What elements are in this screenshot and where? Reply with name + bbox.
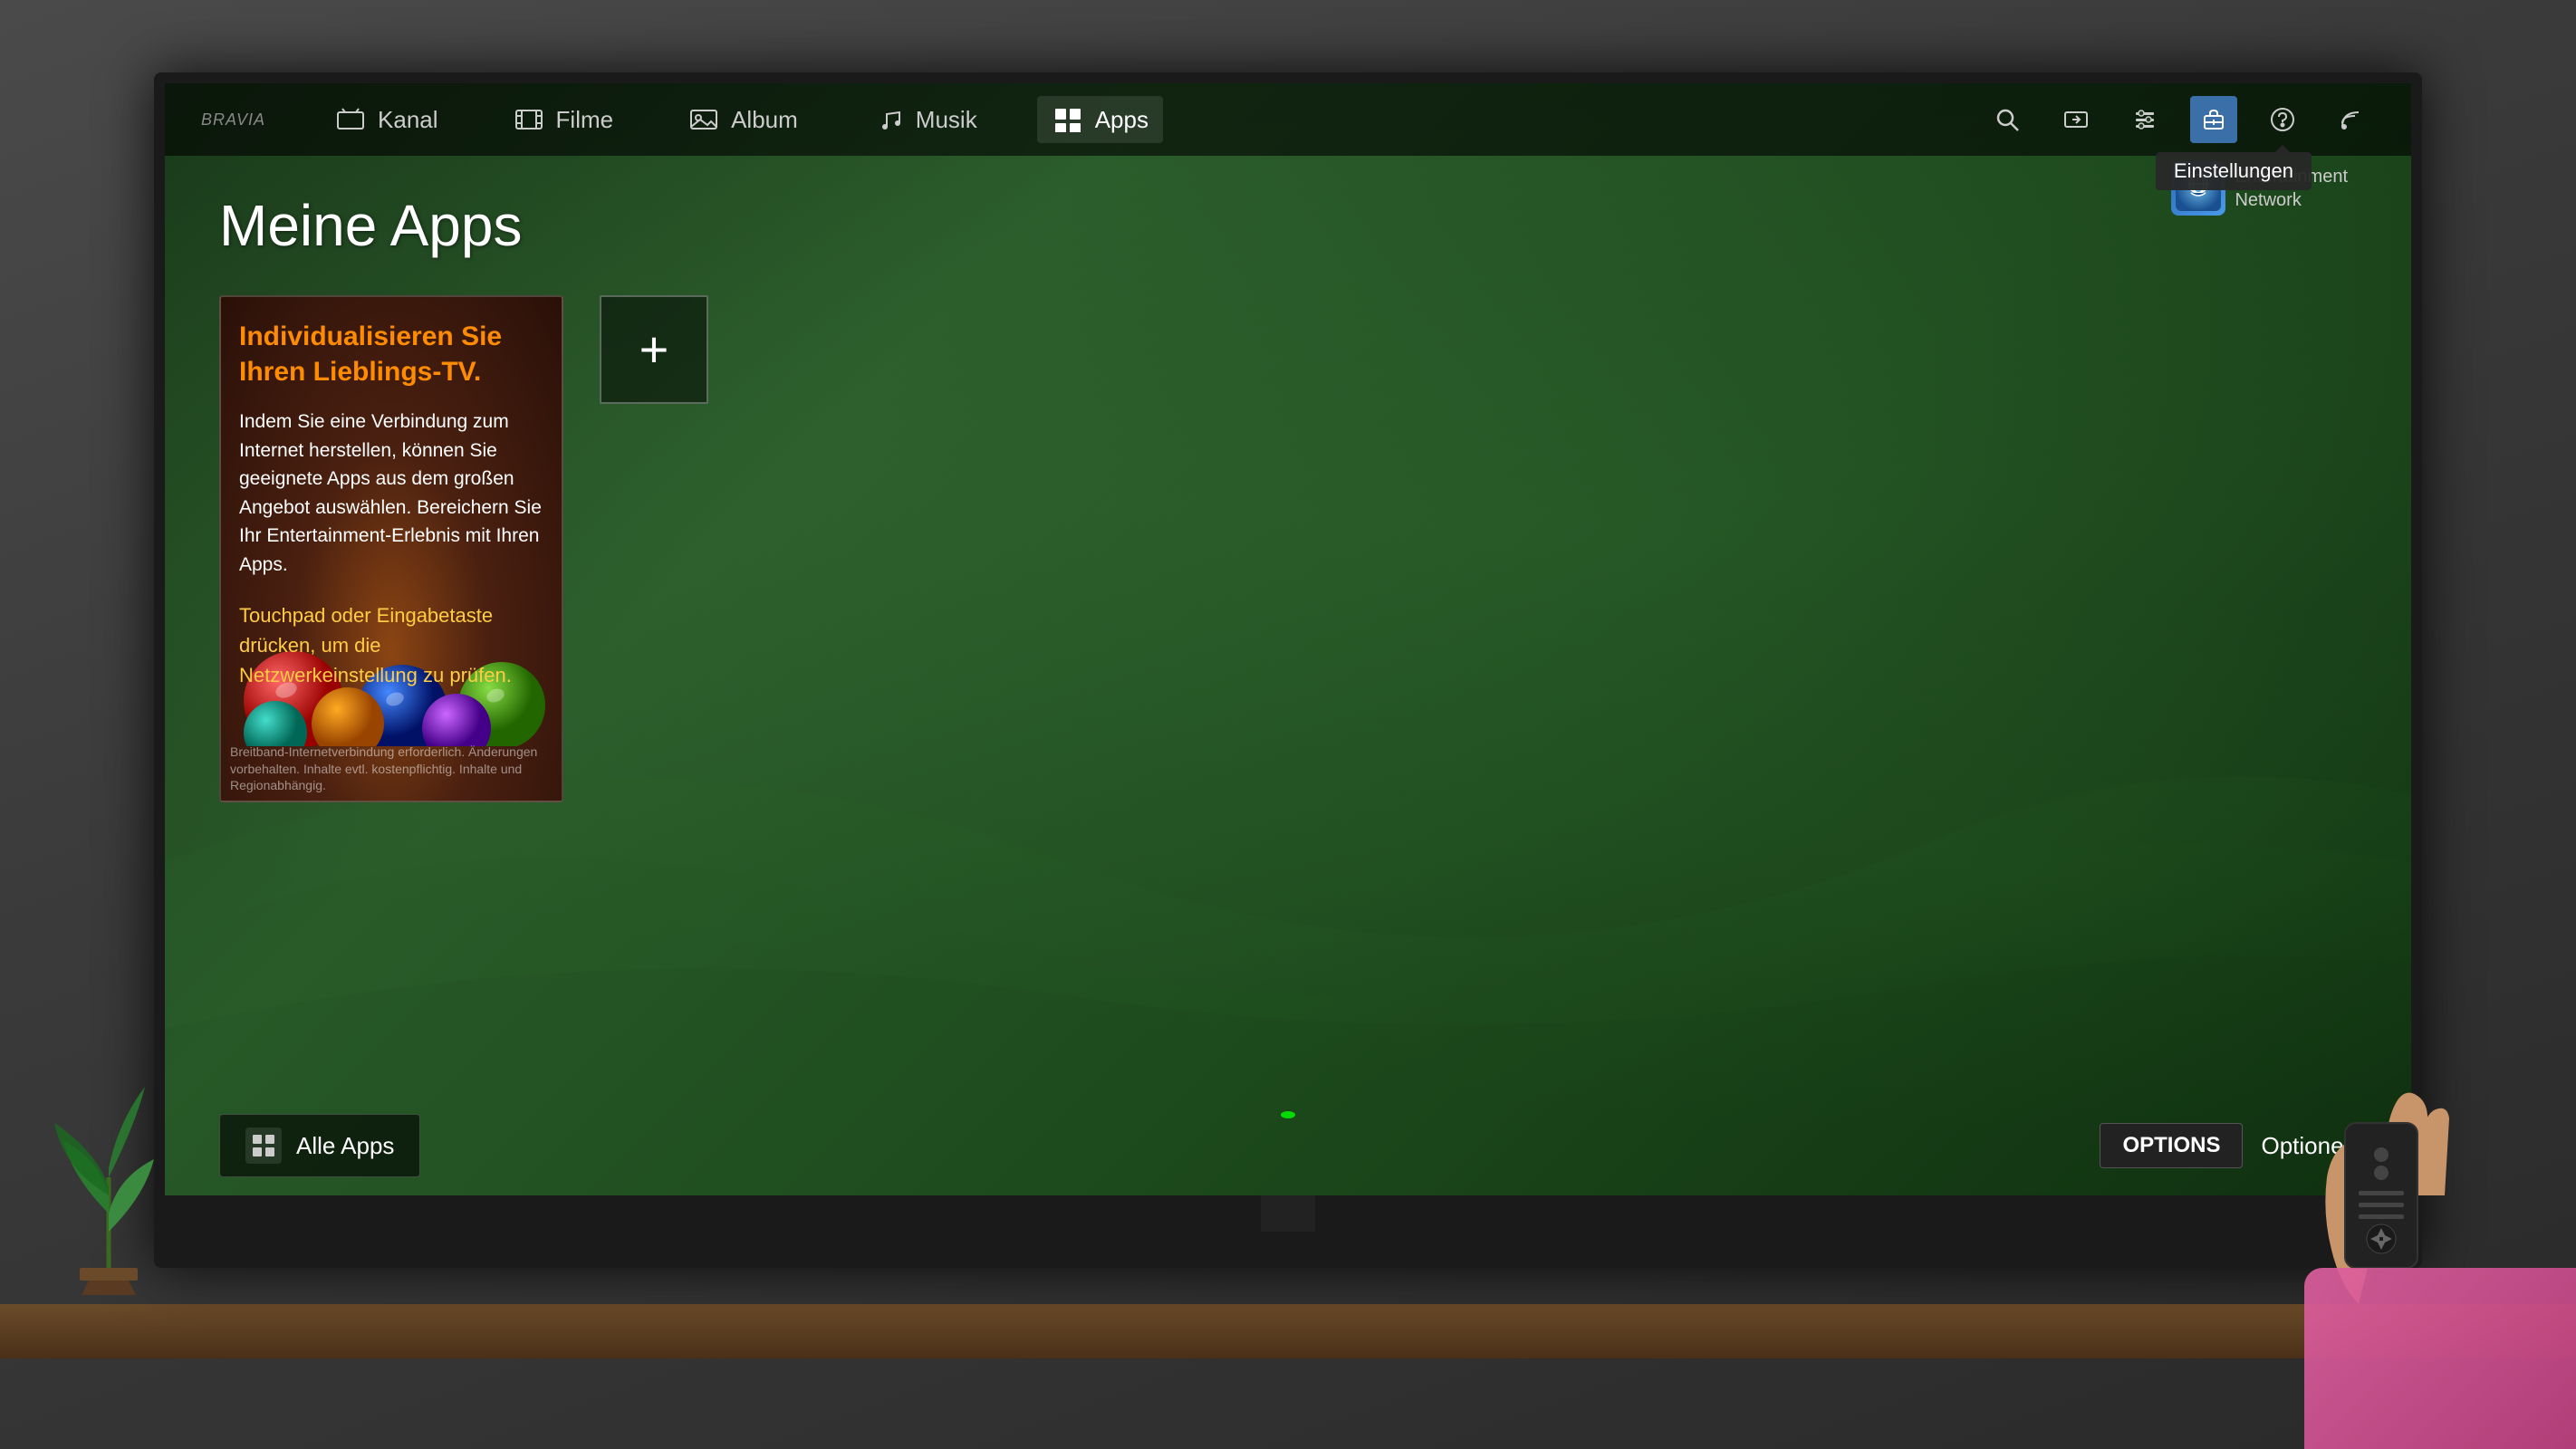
promo-body: Indem Sie eine Verbindung zum Internet h… (239, 408, 543, 579)
nav-item-album[interactable]: Album (673, 96, 812, 143)
fabric-decoration (2304, 1268, 2576, 1449)
promo-instruction: Touchpad oder Eingabetaste drücken, um d… (239, 600, 543, 690)
brand-logo: BRAVIA (201, 110, 265, 130)
nav-label-musik: Musik (916, 106, 977, 134)
search-button[interactable] (1984, 96, 2031, 143)
tv-unit: BRAVIA Kanal (154, 72, 2422, 1268)
promo-disclaimer: Breitband-Internetverbindung erforderlic… (230, 744, 553, 793)
photo-icon (687, 103, 720, 136)
nav-item-filme[interactable]: Filme (498, 96, 629, 143)
film-icon (513, 103, 545, 136)
nav-label-album: Album (731, 106, 798, 134)
promo-title: Individualisieren Sie Ihren Lieblings-TV… (239, 319, 543, 389)
settings-tooltip: Einstellungen (2156, 152, 2312, 190)
apps-grid: + (600, 295, 2357, 404)
tv-stand (1152, 1195, 1424, 1268)
options-key: OPTIONS (2100, 1123, 2243, 1168)
main-content: Meine Apps (165, 156, 2411, 1195)
tv-stand-base (1152, 1232, 1424, 1268)
add-app-button[interactable]: + (600, 295, 708, 404)
all-apps-grid-icon (245, 1128, 282, 1164)
all-apps-button[interactable]: Alle Apps (219, 1114, 420, 1177)
page-title: Meine Apps (219, 192, 2357, 259)
nav-items: Kanal Film (320, 96, 1984, 143)
settings-small-button[interactable] (2121, 96, 2168, 143)
power-indicator (1281, 1111, 1295, 1118)
tv-stand-neck (1261, 1195, 1315, 1232)
promo-text: Individualisieren Sie Ihren Lieblings-TV… (221, 297, 562, 712)
nav-item-apps[interactable]: Apps (1037, 96, 1163, 143)
nav-right-icons (1984, 96, 2375, 143)
plant-decoration (45, 1051, 172, 1304)
tv-screen: BRAVIA Kanal (165, 83, 2411, 1195)
all-apps-label: Alle Apps (296, 1132, 394, 1160)
nav-label-kanal: Kanal (378, 106, 438, 134)
nav-item-kanal[interactable]: Kanal (320, 96, 453, 143)
rss-button[interactable] (2328, 96, 2375, 143)
promo-card: Individualisieren Sie Ihren Lieblings-TV… (219, 295, 563, 802)
add-app-plus-icon: + (639, 324, 669, 375)
music-icon (872, 103, 905, 136)
nav-bar: BRAVIA Kanal (165, 83, 2411, 156)
input-button[interactable] (2052, 96, 2100, 143)
content-layout: Individualisieren Sie Ihren Lieblings-TV… (219, 295, 2357, 802)
nav-item-musik[interactable]: Musik (858, 96, 992, 143)
remote-hand (2304, 1014, 2485, 1304)
bottom-bar: Alle Apps OPTIONS Optionen (165, 1114, 2411, 1177)
apps-icon (1052, 103, 1084, 136)
nav-label-filme: Filme (556, 106, 614, 134)
suitcase-button[interactable] (2190, 96, 2237, 143)
shelf (0, 1304, 2576, 1358)
help-button[interactable] (2259, 96, 2306, 143)
apps-area: + (600, 295, 2357, 802)
nav-label-apps: Apps (1095, 106, 1149, 134)
tv-icon (334, 103, 367, 136)
